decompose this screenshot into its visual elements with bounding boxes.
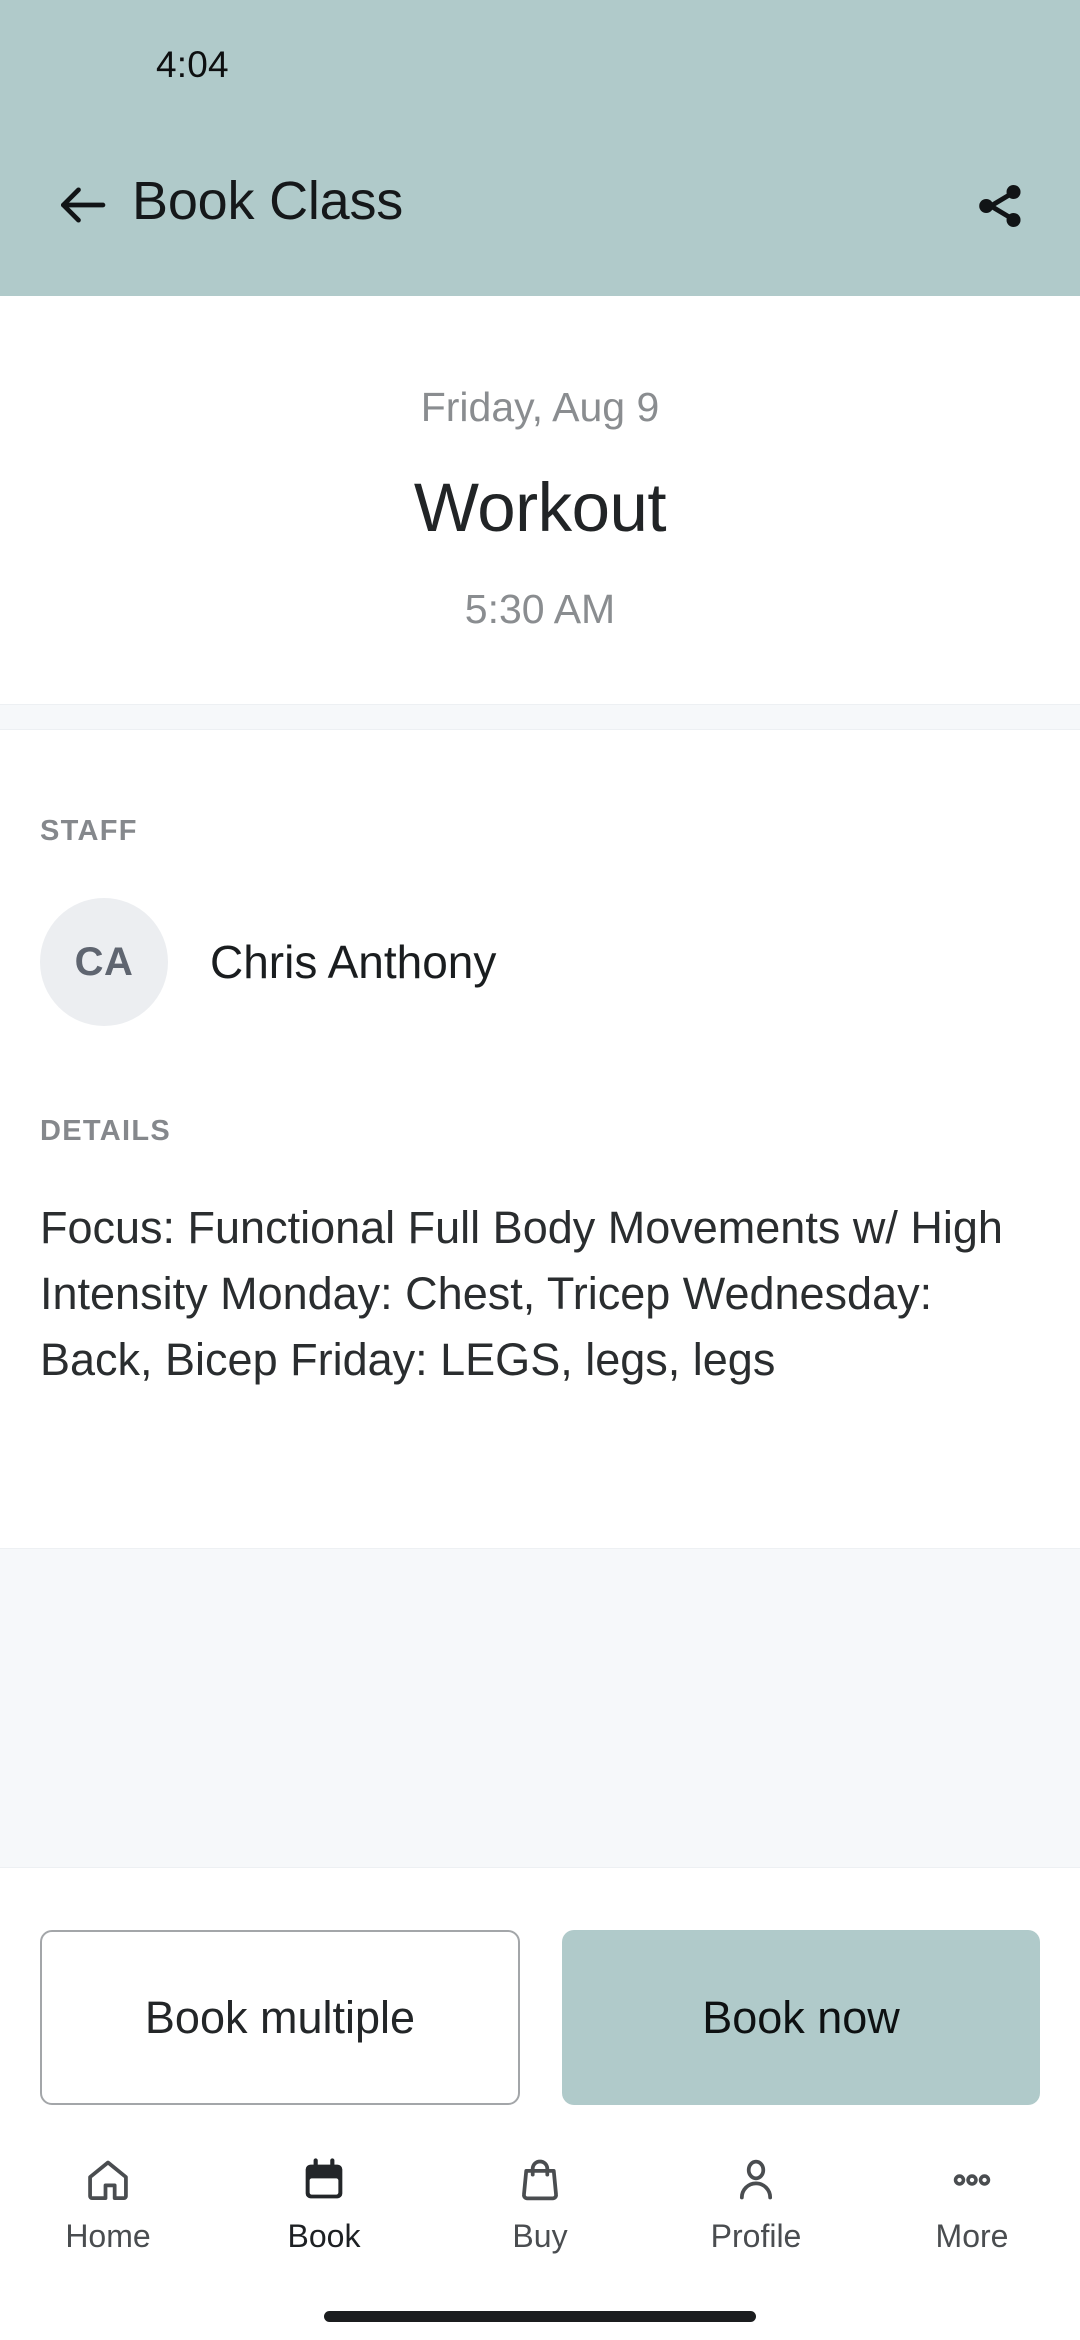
nav-item-home[interactable]: Home — [0, 2130, 216, 2288]
home-icon — [83, 2152, 133, 2208]
class-details-card: STAFF CA Chris Anthony DETAILS Focus: Fu… — [0, 730, 1080, 1548]
nav-item-profile[interactable]: Profile — [648, 2130, 864, 2288]
app-bar: Book Class — [0, 118, 1080, 296]
arrow-left-icon — [54, 177, 110, 238]
details-description: Focus: Functional Full Body Movements w/… — [40, 1202, 1003, 1385]
class-hero: Friday, Aug 9 Workout 5:30 AM — [0, 296, 1080, 704]
nav-label-profile: Profile — [710, 2218, 802, 2254]
share-icon — [971, 177, 1029, 240]
nav-label-book: Book — [287, 2218, 361, 2254]
nav-label-buy: Buy — [512, 2218, 568, 2254]
details-section-label: DETAILS — [40, 1115, 172, 1147]
nav-label-more: More — [935, 2218, 1009, 2254]
page-title: Book Class — [132, 171, 404, 231]
bottom-navigation: Home Book Buy Profile More — [0, 2130, 1080, 2288]
nav-label-home: Home — [65, 2218, 151, 2254]
status-bar: 4:04 — [0, 0, 1080, 118]
share-button[interactable] — [960, 168, 1040, 248]
staff-section-label: STAFF — [40, 815, 138, 847]
avatar: CA — [40, 898, 168, 1026]
content-filler-band — [0, 1548, 1080, 1868]
avatar-initials: CA — [74, 939, 134, 984]
top-bar: 4:04 Book Class — [0, 0, 1080, 296]
action-bar: Book multiple Book now — [0, 1930, 1080, 2105]
nav-item-book[interactable]: Book — [216, 2130, 432, 2288]
book-multiple-button[interactable]: Book multiple — [40, 1930, 520, 2105]
class-date: Friday, Aug 9 — [420, 384, 660, 430]
class-name: Workout — [413, 469, 667, 546]
back-button[interactable] — [46, 171, 118, 243]
person-icon — [731, 2152, 781, 2208]
home-indicator[interactable] — [324, 2311, 756, 2322]
book-now-button[interactable]: Book now — [562, 1930, 1040, 2105]
section-divider-band — [0, 704, 1080, 730]
status-bar-clock: 4:04 — [156, 44, 229, 85]
nav-item-more[interactable]: More — [864, 2130, 1080, 2288]
shopping-bag-icon — [515, 2152, 565, 2208]
ellipsis-icon — [947, 2152, 997, 2208]
staff-name: Chris Anthony — [210, 936, 497, 988]
nav-item-buy[interactable]: Buy — [432, 2130, 648, 2288]
calendar-icon — [299, 2152, 349, 2208]
class-time: 5:30 AM — [464, 586, 616, 632]
app-screen: 4:04 Book Class Friday, Aug 9 Workout 5:… — [0, 0, 1080, 2340]
